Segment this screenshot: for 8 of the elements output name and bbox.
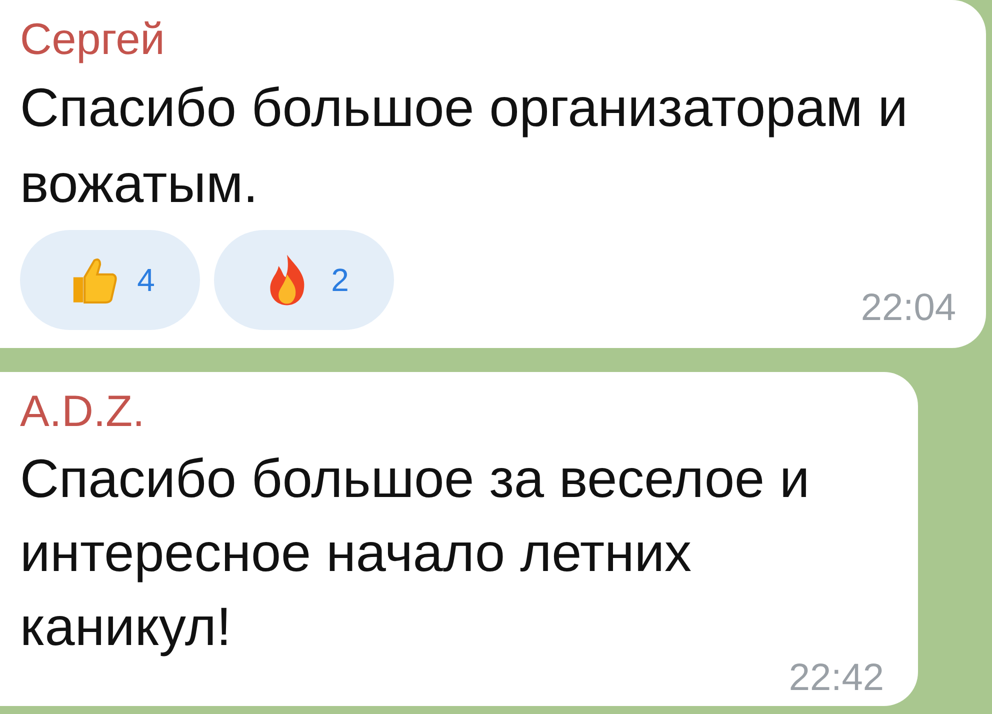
reaction-button[interactable]: 2 <box>214 230 394 330</box>
message-time: 22:04 <box>860 287 956 330</box>
author-name: Сергей <box>20 14 166 66</box>
reaction-button[interactable]: 4 <box>20 230 200 330</box>
author-name: A.D.Z. <box>20 386 146 438</box>
message-text: Спасибо большое за веселое и интересное начало летних каникул! <box>20 448 811 659</box>
message-time: 22:42 <box>788 657 884 700</box>
message-text: Спасибо большое организаторам и вожатым. <box>20 77 909 216</box>
